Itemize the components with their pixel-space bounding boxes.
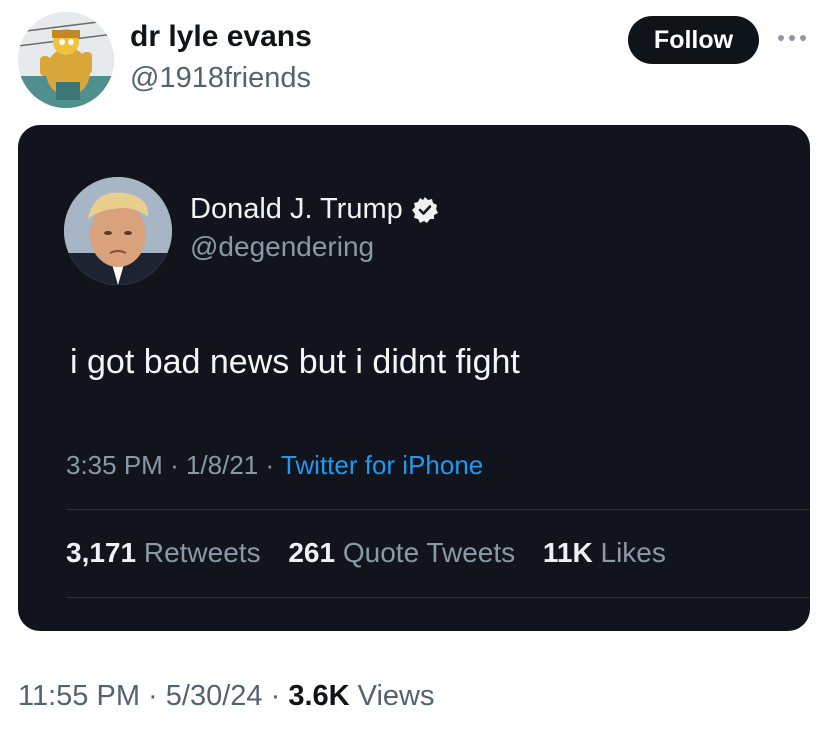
tweet-footer: 11:55 PM · 5/30/24 · 3.6K Views bbox=[18, 680, 435, 713]
embedded-tweet-image[interactable]: Donald J. Trump @degendering i got bad n… bbox=[18, 125, 810, 631]
embedded-stats: 3,171 Retweets 261 Quote Tweets 11K Like… bbox=[66, 537, 666, 569]
author-display-name[interactable]: dr lyle evans bbox=[130, 20, 312, 54]
embedded-date: 1/8/21 bbox=[185, 450, 259, 480]
author-avatar[interactable] bbox=[18, 12, 114, 108]
more-dots-icon[interactable] bbox=[776, 28, 808, 48]
verified-badge-icon bbox=[411, 196, 439, 224]
likes-count: 11K bbox=[542, 537, 593, 568]
retweets-label: Retweets bbox=[143, 537, 261, 568]
author-handle[interactable]: @1918friends bbox=[130, 62, 311, 95]
embedded-avatar bbox=[64, 177, 172, 285]
footer-date[interactable]: 5/30/24 bbox=[166, 680, 263, 712]
follow-button[interactable]: Follow bbox=[628, 16, 759, 64]
divider bbox=[66, 597, 810, 598]
quote-count: 261 bbox=[288, 537, 336, 568]
embedded-display-name: Donald J. Trump bbox=[190, 193, 439, 226]
retweets-count: 3,171 bbox=[66, 537, 137, 568]
divider bbox=[66, 509, 810, 510]
cartoon-statue-avatar-icon bbox=[18, 12, 114, 108]
embedded-name-text: Donald J. Trump bbox=[190, 193, 403, 225]
views-label: Views bbox=[357, 680, 435, 712]
embedded-handle: @degendering bbox=[190, 231, 375, 262]
embedded-time: 3:35 PM bbox=[66, 450, 163, 480]
footer-separator: · bbox=[148, 680, 158, 712]
views-count: 3.6K bbox=[288, 680, 350, 712]
meta-separator: · bbox=[170, 450, 179, 480]
embedded-tweet-text: i got bad news but i didnt fight bbox=[70, 343, 520, 381]
footer-separator: · bbox=[270, 680, 281, 712]
footer-time[interactable]: 11:55 PM bbox=[18, 680, 140, 712]
embedded-meta: 3:35 PM · 1/8/21 · Twitter for iPhone bbox=[66, 450, 483, 481]
embedded-source: Twitter for iPhone bbox=[280, 450, 484, 480]
quote-label: Quote Tweets bbox=[342, 537, 516, 568]
likes-label: Likes bbox=[600, 537, 666, 568]
meta-separator: · bbox=[265, 450, 275, 480]
